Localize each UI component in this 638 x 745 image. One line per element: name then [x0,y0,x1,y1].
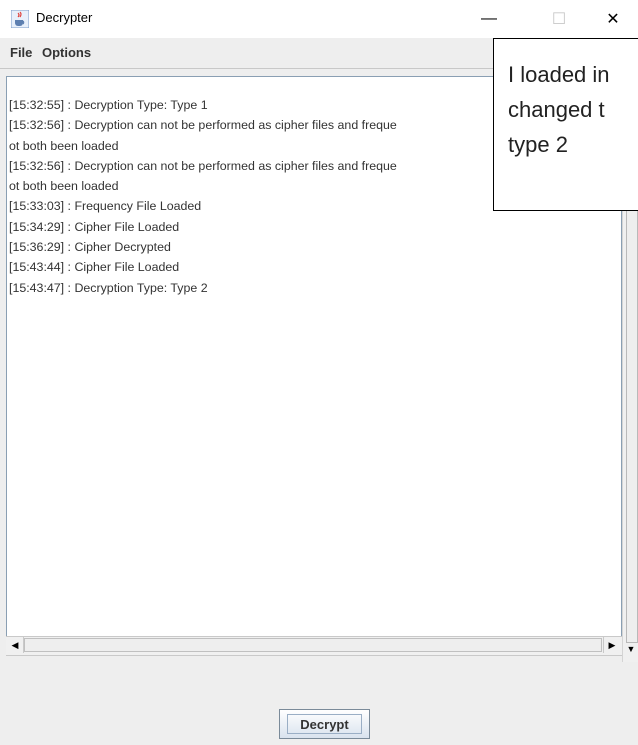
callout-text: I loaded in changed t type 2 [508,57,610,162]
window-title: Decrypter [36,10,93,25]
menu-file[interactable]: File [10,45,32,60]
minimize-icon: — [481,10,497,27]
close-icon: ✕ [606,11,620,28]
close-button[interactable]: ✕ [590,0,636,38]
scroll-left-arrow-icon[interactable]: ◀ [7,637,24,653]
menu-options[interactable]: Options [42,45,91,60]
maximize-icon: ☐ [551,11,567,28]
title-bar: Decrypter — ☐ ✕ [0,0,638,38]
decrypt-button[interactable]: Decrypt [279,709,370,739]
log-line: [15:43:44] : Cipher File Loaded [9,260,180,275]
decrypt-button-label: Decrypt [300,716,349,732]
log-line: [15:43:47] : Decryption Type: Type 2 [9,280,208,295]
java-cup-icon [11,10,29,28]
annotation-callout: I loaded in changed t type 2 [493,38,638,211]
scroll-right-arrow-icon[interactable]: ▶ [603,637,620,653]
minimize-button[interactable]: — [466,0,512,38]
decrypter-window: Decrypter — ☐ ✕ File Options [15:32:55] … [0,0,638,745]
horizontal-scroll-thumb[interactable] [24,638,602,652]
log-line: [15:34:29] : Cipher File Loaded [9,219,180,234]
scroll-down-arrow-icon[interactable]: ▼ [624,641,638,657]
log-line: [15:36:29] : Cipher Decrypted [9,240,171,255]
maximize-button[interactable]: ☐ [536,0,582,38]
callout-line: type 2 [508,132,568,157]
callout-line: changed t [508,97,605,122]
callout-line: I loaded in [508,62,610,87]
